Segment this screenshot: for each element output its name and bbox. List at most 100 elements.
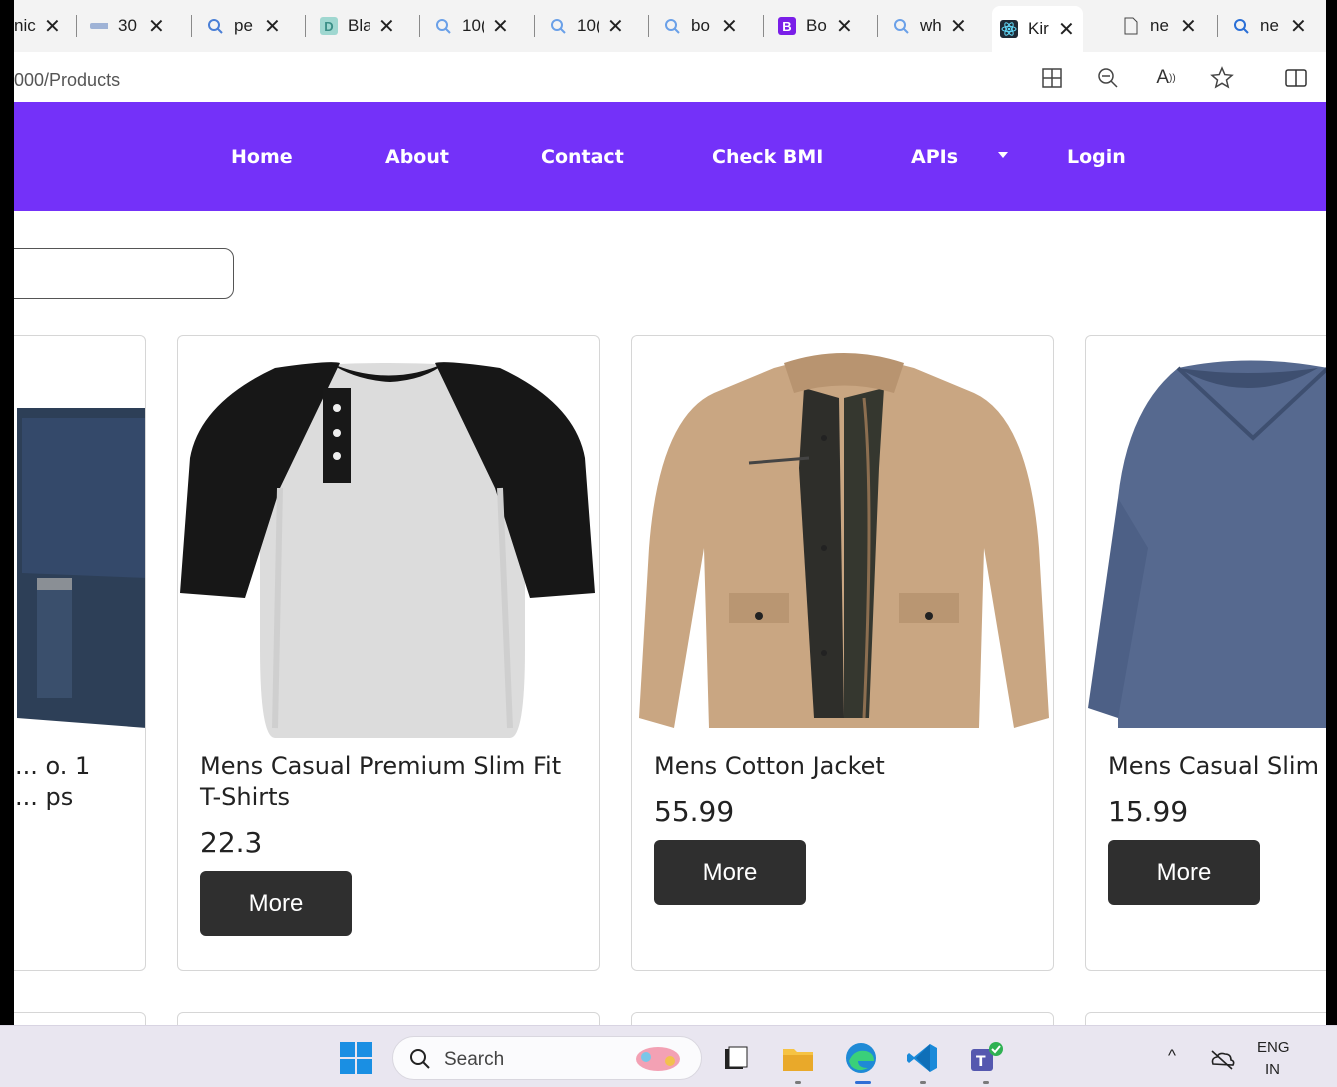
tab-1[interactable]: nic ✕	[14, 9, 69, 43]
tab-title: ne	[1260, 16, 1279, 35]
search-icon	[206, 17, 224, 35]
windows-start-icon[interactable]	[339, 1041, 373, 1075]
tab-9[interactable]: wh ✕	[884, 9, 975, 43]
tab-title: 10(	[462, 16, 484, 35]
search-icon	[892, 17, 910, 35]
product-image-backpack	[17, 408, 145, 728]
tab-title: bo	[691, 16, 710, 35]
product-price: 15.99	[1108, 795, 1189, 828]
read-aloud-icon[interactable]: A))	[1154, 66, 1178, 90]
tab-title: wh	[920, 16, 942, 35]
search-input[interactable]	[14, 248, 234, 299]
site-navbar: Home About Contact Check BMI APIs Login	[14, 102, 1326, 211]
nav-about[interactable]: About	[385, 146, 449, 168]
tray-overflow-chevron-icon[interactable]: ^	[1168, 1046, 1176, 1066]
app-available-icon[interactable]	[1040, 66, 1064, 90]
file-explorer-icon[interactable]	[781, 1041, 815, 1075]
nav-home[interactable]: Home	[231, 146, 293, 168]
tab-7[interactable]: bo ✕	[655, 9, 746, 43]
close-icon[interactable]: ✕	[721, 14, 738, 39]
svg-text:T: T	[976, 1054, 986, 1070]
tab-strip: nic ✕ 30 ✕ pe ✕ D Bla ✕ 10( ✕ 1	[14, 0, 1326, 52]
product-image-khaki-jacket	[639, 353, 1049, 728]
tab-2[interactable]: 30 ✕	[82, 9, 173, 43]
product-title: ... o. 1 ... ps	[15, 752, 91, 811]
more-button[interactable]: More	[200, 871, 352, 936]
search-icon	[663, 17, 681, 35]
close-icon[interactable]: ✕	[378, 14, 395, 39]
db-icon	[90, 17, 108, 35]
close-icon[interactable]: ✕	[44, 14, 61, 39]
product-title: Mens Cotton Jacket	[654, 752, 885, 780]
search-icon	[1232, 17, 1250, 35]
product-image-blue-longsleeve	[1088, 360, 1326, 728]
product-card: Mens Cotton Jacket 55.99 More	[631, 335, 1054, 971]
edge-icon[interactable]	[844, 1041, 878, 1075]
taskbar-search[interactable]: Search	[392, 1036, 702, 1080]
zoom-out-icon[interactable]	[1096, 66, 1120, 90]
tab-title: Bo	[806, 16, 827, 35]
favorite-star-icon[interactable]	[1210, 66, 1234, 90]
apis-dropdown-caret-icon[interactable]	[998, 152, 1008, 158]
url-field[interactable]: 000/Products	[14, 58, 1274, 94]
nav-contact[interactable]: Contact	[541, 146, 624, 168]
address-bar: 000/Products A))	[14, 52, 1326, 100]
url-text: 000/Products	[14, 70, 121, 90]
taskbar-search-placeholder: Search	[444, 1049, 505, 1070]
tab-8[interactable]: B Bo ✕	[770, 9, 861, 43]
page-icon	[1122, 17, 1140, 35]
tab-4[interactable]: D Bla ✕	[312, 9, 403, 43]
tab-title: ne	[1150, 16, 1169, 35]
tab-3[interactable]: pe ✕	[198, 9, 289, 43]
tab-title: nic	[14, 16, 36, 35]
onedrive-icon[interactable]	[1205, 1042, 1239, 1076]
tray-language[interactable]: ENG	[1257, 1039, 1290, 1056]
nav-login[interactable]: Login	[1067, 146, 1126, 168]
close-icon[interactable]: ✕	[264, 14, 281, 39]
task-view-icon[interactable]	[719, 1041, 753, 1075]
tab-title: 10(	[577, 16, 599, 35]
react-icon	[1000, 20, 1018, 38]
bootstrap-icon: B	[778, 17, 796, 35]
split-screen-icon[interactable]	[1284, 66, 1308, 90]
search-icon	[409, 1048, 431, 1074]
tray-region[interactable]: IN	[1265, 1061, 1280, 1078]
vscode-icon[interactable]	[906, 1041, 940, 1075]
close-icon[interactable]: ✕	[1290, 14, 1307, 39]
close-icon[interactable]: ✕	[1058, 17, 1075, 42]
close-icon[interactable]: ✕	[836, 14, 853, 39]
browser-window: nic ✕ 30 ✕ pe ✕ D Bla ✕ 10( ✕ 1	[14, 0, 1326, 1087]
close-icon[interactable]: ✕	[492, 14, 509, 39]
windows-taskbar: Search T ^ ENG IN	[0, 1025, 1337, 1087]
d-icon: D	[320, 17, 338, 35]
more-button[interactable]: More	[1108, 840, 1260, 905]
close-icon[interactable]: ✕	[950, 14, 967, 39]
product-title: Mens Casual Premium Slim Fit T-Shirts	[200, 752, 562, 811]
search-highlight-icon	[628, 1043, 688, 1079]
product-image-raglan-tshirt	[180, 362, 595, 738]
tab-12[interactable]: ne ✕	[1224, 9, 1315, 43]
tab-title: Kir	[1028, 19, 1049, 38]
close-icon[interactable]: ✕	[1180, 14, 1197, 39]
close-icon[interactable]: ✕	[148, 14, 165, 39]
tab-active[interactable]: Kir ✕	[992, 6, 1083, 52]
product-title: Mens Casual Slim F	[1108, 752, 1326, 780]
product-price: 55.99	[654, 795, 735, 828]
product-card: Mens Casual Premium Slim Fit T-Shirts 22…	[177, 335, 600, 971]
teams-icon[interactable]: T	[969, 1041, 1003, 1075]
tab-11[interactable]: ne ✕	[1114, 9, 1205, 43]
search-icon	[434, 17, 452, 35]
nav-check-bmi[interactable]: Check BMI	[712, 146, 823, 168]
tab-title: pe	[234, 16, 253, 35]
search-icon	[549, 17, 567, 35]
tab-5[interactable]: 10( ✕	[426, 9, 517, 43]
product-price: 22.3	[200, 826, 263, 859]
more-button[interactable]: More	[654, 840, 806, 905]
product-card: Mens Casual Slim F 15.99 More	[1085, 335, 1326, 971]
nav-apis[interactable]: APIs	[911, 146, 958, 168]
tab-title: Bla	[348, 16, 370, 35]
close-icon[interactable]: ✕	[607, 14, 624, 39]
product-card: ... o. 1 ... ps	[14, 335, 146, 971]
tab-6[interactable]: 10( ✕	[541, 9, 632, 43]
tab-title: 30	[118, 16, 137, 35]
